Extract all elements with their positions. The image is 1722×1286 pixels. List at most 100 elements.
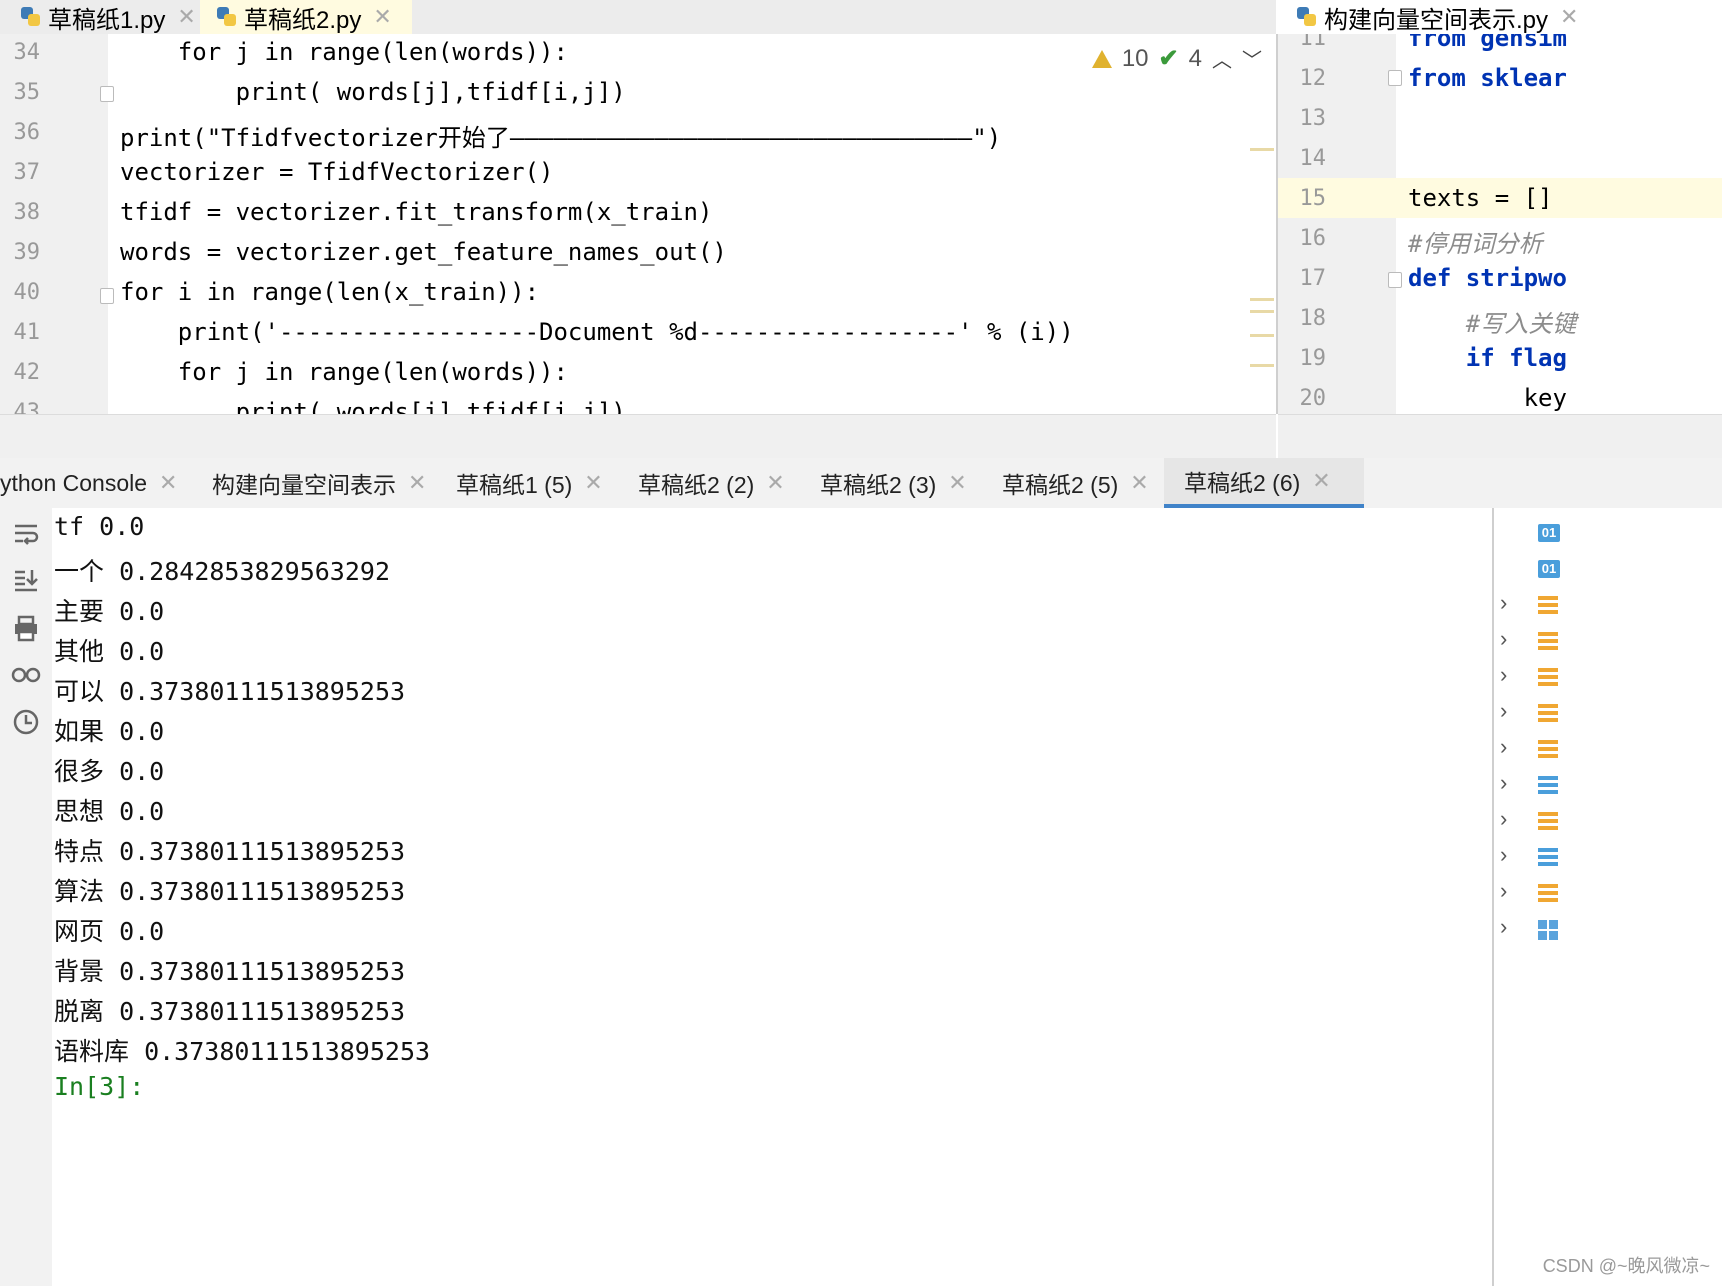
variable-row[interactable]: › [1494, 770, 1722, 806]
code-line[interactable]: texts = [] [1408, 184, 1553, 212]
chevron-down-icon[interactable]: ﹀ [1242, 44, 1262, 73]
chevron-right-icon[interactable]: › [1500, 734, 1507, 760]
code-line[interactable]: from gensim [1408, 34, 1567, 52]
scroll-marker [1250, 334, 1274, 337]
tab-draft2-5[interactable]: 草稿纸2 (5) ✕ [1002, 458, 1162, 508]
inspection-widget[interactable]: 10 ✔ 4 ︿ ﹀ [1091, 44, 1262, 73]
tab-vector-space[interactable]: 构建向量空间表示 ✕ [212, 458, 426, 508]
tab-label: 草稿纸2 (6) [1184, 470, 1301, 496]
code-line[interactable]: def stripwo [1408, 264, 1567, 292]
left-editor[interactable]: 34 35 36 37 38 39 40 41 42 43 for j in r… [0, 34, 1278, 414]
tab-draft2-6[interactable]: 草稿纸2 (6) ✕ [1164, 458, 1364, 508]
chevron-right-icon[interactable]: › [1500, 842, 1507, 868]
editor-bottom-strip [1278, 414, 1722, 459]
close-icon[interactable]: ✕ [373, 4, 391, 30]
term: 算法 [54, 877, 105, 906]
scroll-to-end-icon[interactable] [10, 566, 42, 598]
line-number: 40 [13, 280, 41, 305]
chevron-up-icon[interactable]: ︿ [1212, 44, 1232, 73]
code-line[interactable]: tfidf = vectorizer.fit_transform(x_train… [120, 198, 712, 226]
code-line[interactable]: vectorizer = TfidfVectorizer() [120, 158, 553, 186]
check-icon: ✔ [1158, 45, 1179, 72]
variable-row[interactable]: › [1494, 914, 1722, 950]
history-icon[interactable] [10, 708, 42, 740]
code-line[interactable]: #写入关键 [1408, 304, 1576, 339]
line-number: 37 [13, 160, 41, 185]
console-output[interactable]: tf 0.0 一个 0.2842853829563292 主要 0.0 其他 0… [52, 508, 1528, 1286]
line-number: 16 [1299, 226, 1327, 251]
score: 0.0 [119, 797, 165, 826]
chevron-right-icon[interactable]: › [1500, 590, 1507, 616]
line-number: 13 [1299, 106, 1327, 131]
scroll-marker [1250, 310, 1274, 313]
console-line: 一个 0.2842853829563292 [54, 552, 390, 588]
editor-tab-draft1[interactable]: 草稿纸1.py ✕ [6, 0, 210, 34]
tab-draft2-2[interactable]: 草稿纸2 (2) ✕ [638, 458, 798, 508]
fold-marker-icon[interactable] [100, 86, 114, 102]
code-line[interactable]: for j in range(len(words)): [120, 358, 568, 386]
close-icon[interactable]: ✕ [766, 470, 784, 496]
tab-draft2-3[interactable]: 草稿纸2 (3) ✕ [820, 458, 980, 508]
right-editor[interactable]: 11 12 13 14 15 16 17 18 19 20 from gensi… [1278, 34, 1722, 414]
code-line[interactable]: print("Tfidfvectorizer开始了———————————————… [120, 118, 1001, 153]
editor-tab-vector-space[interactable]: 构建向量空间表示.py ✕ [1278, 0, 1722, 34]
variable-row[interactable]: › [1494, 662, 1722, 698]
close-icon[interactable]: ✕ [159, 470, 177, 496]
editor-bottom-strip [0, 414, 1276, 459]
code-line[interactable]: key [1408, 384, 1567, 412]
code-line[interactable]: if flag [1408, 344, 1567, 372]
code-line[interactable]: for j in range(len(words)): [120, 38, 568, 66]
variable-row[interactable]: › [1494, 806, 1722, 842]
tab-label: 草稿纸1 (5) [456, 472, 573, 498]
chevron-right-icon[interactable]: › [1500, 662, 1507, 688]
code-line[interactable]: for i in range(len(x_train)): [120, 278, 539, 306]
soft-wrap-icon[interactable] [10, 520, 42, 552]
variable-row[interactable]: › [1494, 734, 1722, 770]
term: 可以 [54, 677, 105, 706]
show-variables-icon[interactable] [10, 660, 42, 692]
close-icon[interactable]: ✕ [948, 470, 966, 496]
chevron-right-icon[interactable]: › [1500, 770, 1507, 796]
collection-icon [1538, 668, 1558, 688]
close-icon[interactable]: ✕ [1130, 470, 1148, 496]
variable-row[interactable]: › [1494, 698, 1722, 734]
fold-marker-icon[interactable] [1388, 70, 1402, 86]
variable-row[interactable]: › [1494, 590, 1722, 626]
console-prompt[interactable]: In[3]: [54, 1072, 144, 1101]
variable-row[interactable]: › [1494, 878, 1722, 914]
int-variable-icon: 01 [1538, 560, 1560, 578]
variable-row[interactable]: › [1494, 842, 1722, 878]
line-number: 34 [13, 40, 41, 65]
code-line[interactable]: #停用词分析 [1408, 224, 1542, 259]
code-line[interactable]: print( words[j],tfidf[i,j]) [120, 398, 626, 414]
warning-count: 10 [1121, 44, 1149, 72]
term: 语料库 [54, 1037, 130, 1066]
editor-tab-draft2[interactable]: 草稿纸2.py ✕ [200, 0, 412, 34]
code-line[interactable]: words = vectorizer.get_feature_names_out… [120, 238, 727, 266]
line-number: 41 [13, 320, 41, 345]
close-icon[interactable]: ✕ [1312, 468, 1330, 494]
code-line[interactable]: print('------------------Document %d----… [120, 318, 1074, 346]
line-number: 38 [13, 200, 41, 225]
close-icon[interactable]: ✕ [408, 470, 426, 496]
code-line[interactable]: print( words[j],tfidf[i,j]) [120, 78, 626, 106]
fold-marker-icon[interactable] [1388, 272, 1402, 288]
console-line: 主要 0.0 [54, 592, 164, 628]
variable-row[interactable]: 01 [1494, 554, 1722, 590]
code-line[interactable]: from sklear [1408, 64, 1567, 92]
variable-row[interactable]: 01 [1494, 518, 1722, 554]
print-icon[interactable] [10, 614, 42, 646]
fold-marker-icon[interactable] [100, 288, 114, 304]
chevron-right-icon[interactable]: › [1500, 626, 1507, 652]
variable-row[interactable]: › [1494, 626, 1722, 662]
close-icon[interactable]: ✕ [1560, 4, 1578, 30]
tab-python-console[interactable]: ython Console ✕ [0, 458, 190, 508]
tab-draft1-5[interactable]: 草稿纸1 (5) ✕ [456, 458, 616, 508]
tab-label: ython Console [0, 469, 148, 496]
chevron-right-icon[interactable]: › [1500, 806, 1507, 832]
close-icon[interactable]: ✕ [584, 470, 602, 496]
chevron-right-icon[interactable]: › [1500, 914, 1507, 940]
chevron-right-icon[interactable]: › [1500, 698, 1507, 724]
close-icon[interactable]: ✕ [177, 4, 195, 30]
chevron-right-icon[interactable]: › [1500, 878, 1507, 904]
